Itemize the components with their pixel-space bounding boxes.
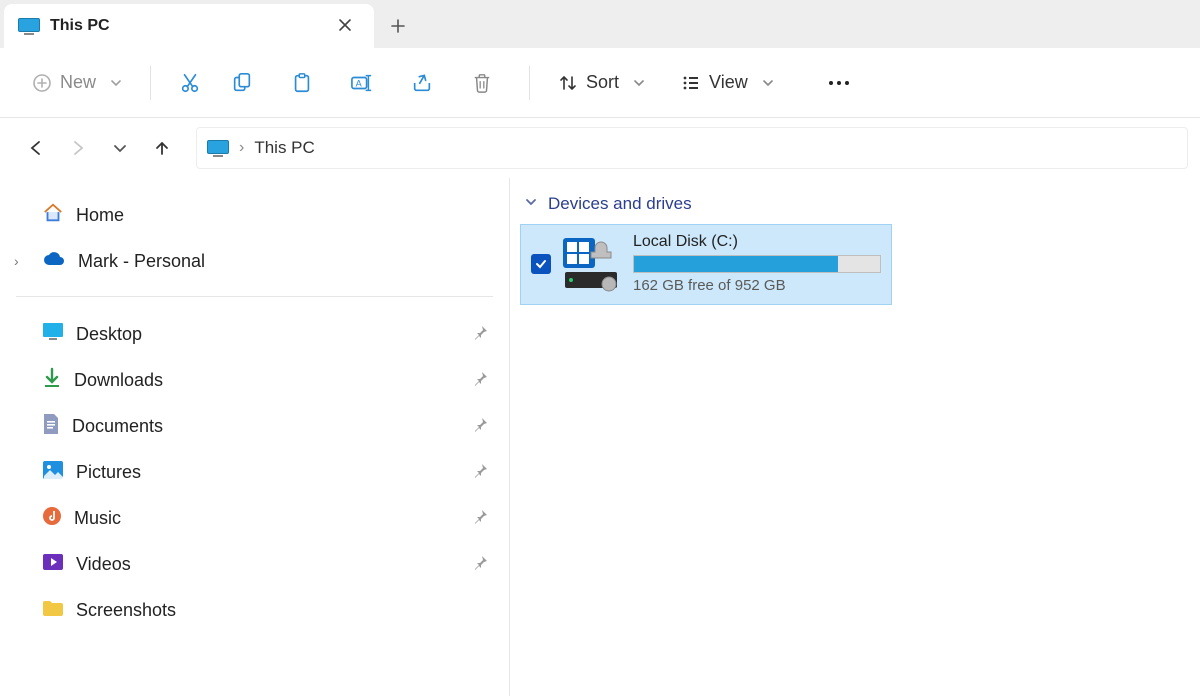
sidebar-item-label: Downloads (74, 370, 163, 391)
folder-icon (42, 599, 64, 622)
video-icon (42, 553, 64, 576)
sidebar-item-videos[interactable]: Videos (0, 541, 509, 587)
chevron-down-icon (524, 194, 538, 214)
download-icon (42, 367, 62, 394)
sidebar-item-desktop[interactable]: Desktop (0, 311, 509, 357)
music-icon (42, 506, 62, 531)
view-button-label: View (709, 72, 748, 93)
breadcrumb-separator: › (239, 139, 244, 157)
pin-icon (473, 554, 489, 575)
tab-this-pc[interactable]: This PC (4, 4, 374, 48)
add-tab-button[interactable] (374, 4, 422, 48)
sidebar-item-label: Music (74, 508, 121, 529)
more-button[interactable] (818, 63, 860, 103)
sidebar-divider (16, 296, 493, 297)
pin-icon (473, 508, 489, 529)
view-button[interactable]: View (673, 63, 782, 103)
toolbar: New A Sort View (0, 48, 1200, 118)
copy-button[interactable] (215, 63, 269, 103)
separator (150, 66, 151, 100)
drive-local-disk-c[interactable]: Local Disk (C:) 162 GB free of 952 GB (520, 224, 892, 305)
navigation-row: › This PC (0, 118, 1200, 178)
sidebar-item-downloads[interactable]: Downloads (0, 357, 509, 403)
pin-icon (473, 416, 489, 437)
monitor-icon (18, 18, 40, 35)
chevron-down-icon (762, 77, 774, 89)
sidebar-item-music[interactable]: Music (0, 495, 509, 541)
sidebar-item-label: Home (76, 205, 124, 226)
separator (529, 66, 530, 100)
tab-bar: This PC (0, 0, 1200, 48)
address-bar[interactable]: › This PC (196, 127, 1188, 169)
desktop-icon (42, 322, 64, 347)
sidebar-item-label: Videos (76, 554, 131, 575)
home-icon (42, 202, 64, 229)
capacity-bar (633, 255, 881, 273)
cloud-icon (42, 250, 66, 273)
breadcrumb-location[interactable]: This PC (254, 138, 314, 158)
up-button[interactable] (142, 128, 182, 168)
content-pane: Devices and drives Local Disk (C:) (510, 178, 1200, 696)
chevron-down-icon (110, 77, 122, 89)
group-header-devices[interactable]: Devices and drives (516, 194, 1200, 214)
new-button[interactable]: New (24, 63, 130, 103)
document-icon (42, 413, 60, 440)
close-tab-button[interactable] (330, 12, 360, 41)
sidebar-item-label: Screenshots (76, 600, 176, 621)
sidebar-item-label: Desktop (76, 324, 142, 345)
share-button[interactable] (395, 63, 449, 103)
chevron-down-icon (633, 77, 645, 89)
pin-icon (473, 462, 489, 483)
back-button[interactable] (16, 128, 56, 168)
pin-icon (473, 370, 489, 391)
monitor-icon (207, 140, 229, 157)
forward-button[interactable] (58, 128, 98, 168)
sidebar-item-home[interactable]: Home (0, 192, 509, 238)
group-label: Devices and drives (548, 194, 692, 214)
checkbox-checked[interactable] (531, 254, 551, 274)
sidebar-item-screenshots[interactable]: Screenshots (0, 587, 509, 633)
pin-icon (473, 324, 489, 345)
sidebar-item-documents[interactable]: Documents (0, 403, 509, 449)
picture-icon (42, 460, 64, 485)
sidebar-item-label: Pictures (76, 462, 141, 483)
svg-text:A: A (356, 78, 363, 88)
sort-button[interactable]: Sort (550, 63, 653, 103)
tab-title: This PC (50, 17, 110, 35)
sidebar-item-pictures[interactable]: Pictures (0, 449, 509, 495)
drive-free-text: 162 GB free of 952 GB (633, 277, 881, 294)
sort-button-label: Sort (586, 72, 619, 93)
recent-locations-button[interactable] (100, 128, 140, 168)
expand-icon[interactable]: › (14, 253, 19, 269)
new-button-label: New (60, 72, 96, 93)
paste-button[interactable] (275, 63, 329, 103)
drive-name: Local Disk (C:) (633, 233, 881, 251)
sidebar-item-onedrive[interactable]: › Mark - Personal (0, 238, 509, 284)
sidebar-item-label: Documents (72, 416, 163, 437)
drive-icon (561, 236, 623, 292)
delete-button[interactable] (455, 63, 509, 103)
navigation-pane: Home › Mark - Personal Desktop Downloads… (0, 178, 510, 696)
rename-button[interactable]: A (335, 63, 389, 103)
cut-button[interactable] (171, 63, 209, 103)
sidebar-item-label: Mark - Personal (78, 251, 205, 272)
